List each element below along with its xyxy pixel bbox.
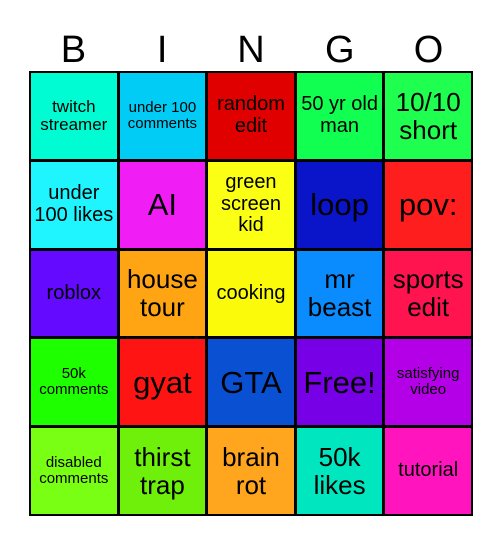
bingo-cell[interactable]: 10/10 short — [385, 73, 471, 159]
bingo-cell[interactable]: 50k likes — [296, 428, 383, 514]
header-letter-b: B — [60, 29, 87, 71]
bingo-cell[interactable]: pov: — [385, 161, 471, 248]
bingo-cell[interactable]: thirst trap — [119, 428, 206, 514]
header-letter-n: N — [237, 29, 265, 71]
bingo-header: B I N G O — [29, 30, 473, 70]
bingo-cell[interactable]: mr beast — [296, 250, 383, 337]
bingo-cell[interactable]: Free! — [296, 339, 383, 426]
bingo-cell[interactable]: twitch streamer — [31, 73, 117, 159]
bingo-cell[interactable]: under 100 comments — [119, 73, 206, 159]
bingo-cell[interactable]: cooking — [208, 250, 294, 337]
bingo-cell[interactable]: loop — [296, 161, 383, 248]
bingo-cell[interactable]: house tour — [119, 250, 206, 337]
bingo-cell[interactable]: tutorial — [385, 428, 471, 514]
bingo-cell[interactable]: 50k comments — [31, 339, 117, 426]
bingo-cell[interactable]: random edit — [208, 73, 294, 159]
bingo-cell[interactable]: GTA — [208, 339, 294, 426]
bingo-cell[interactable]: disabled comments — [31, 428, 117, 514]
header-letter-g: G — [325, 29, 355, 71]
bingo-cell[interactable]: sports edit — [385, 250, 471, 337]
bingo-cell[interactable]: AI — [119, 161, 206, 248]
bingo-cell[interactable]: brain rot — [208, 428, 294, 514]
header-letter-o: O — [413, 29, 444, 71]
bingo-grid: twitch streamer under 100 comments random … — [29, 71, 473, 516]
header-letter-i: I — [156, 29, 168, 71]
bingo-cell[interactable]: 50 yr old man — [296, 73, 383, 159]
bingo-cell[interactable]: satisfying video — [385, 339, 471, 426]
bingo-cell[interactable]: gyat — [119, 339, 206, 426]
bingo-cell[interactable]: under 100 likes — [31, 161, 117, 248]
bingo-cell[interactable]: roblox — [31, 250, 117, 337]
bingo-cell[interactable]: green screen kid — [208, 161, 294, 248]
